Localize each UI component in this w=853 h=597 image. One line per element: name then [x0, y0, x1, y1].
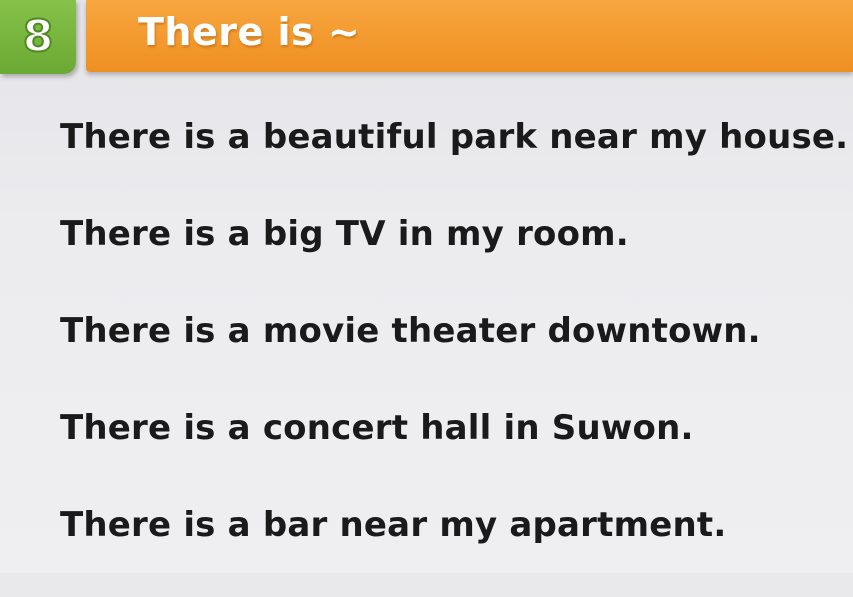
sentence-4: There is a concert hall in Suwon.	[60, 408, 694, 448]
sentence-5: There is a bar near my apartment.	[60, 505, 727, 545]
sentence-3: There is a movie theater downtown.	[60, 311, 761, 351]
lesson-number: 8	[22, 11, 55, 62]
title-bar: There is ~	[86, 0, 853, 72]
sentence-2: There is a big TV in my room.	[60, 214, 629, 254]
slide-title: There is ~	[138, 10, 361, 54]
slide: 8 There is ~ There is a beautiful park n…	[0, 0, 853, 573]
sentence-1: There is a beautiful park near my house.	[60, 117, 849, 157]
lesson-number-badge: 8	[0, 0, 76, 74]
sentence-list: There is a beautiful park near my house.…	[60, 112, 850, 597]
